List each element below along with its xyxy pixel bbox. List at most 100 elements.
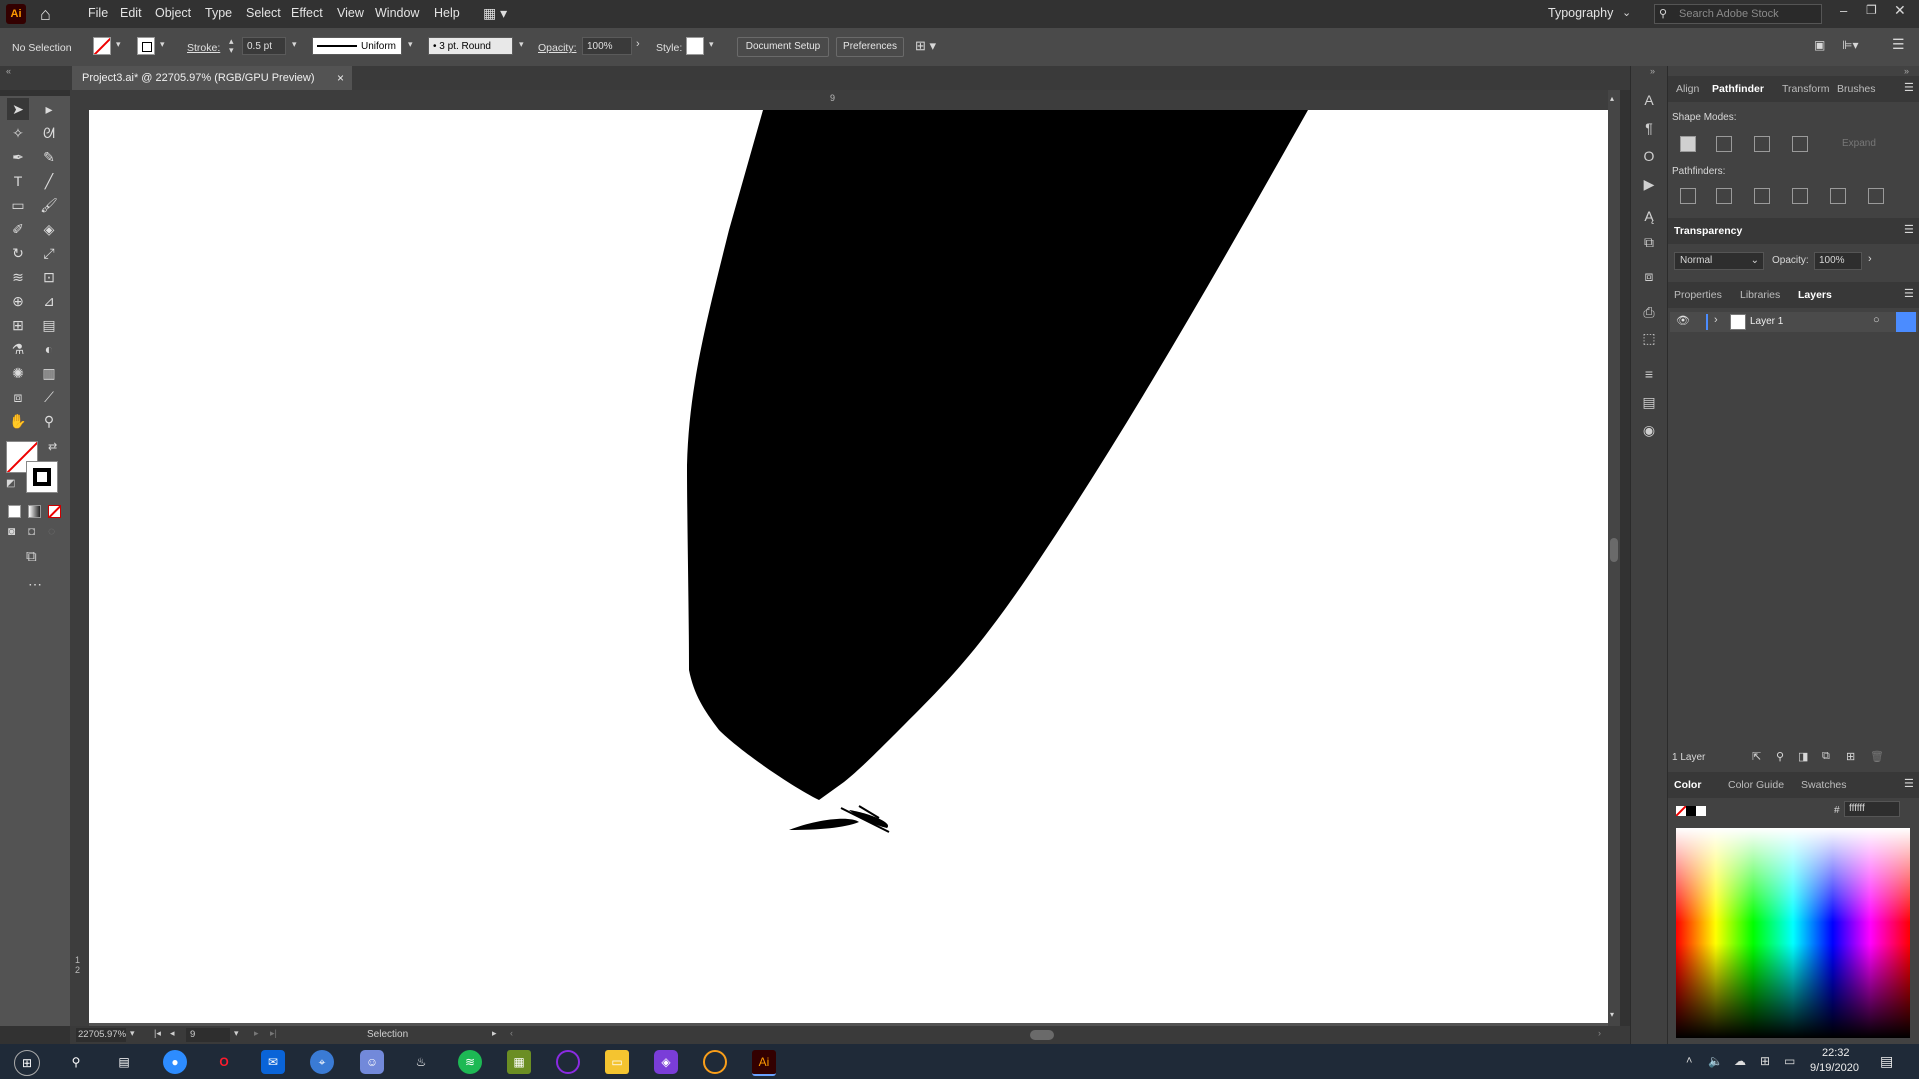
chevron-down-icon[interactable]: ▾ — [160, 39, 165, 50]
crop-button[interactable] — [1792, 188, 1808, 204]
first-artboard-icon[interactable]: |◂ — [154, 1028, 161, 1039]
opacity-label[interactable]: Opacity: — [538, 42, 577, 54]
perspective-grid-tool-icon[interactable]: ⊿ — [38, 290, 60, 312]
slice-tool-icon[interactable]: ⟋ — [38, 386, 60, 408]
shaper-tool-icon[interactable]: ✐ — [7, 218, 29, 240]
type-tool-icon[interactable]: T — [7, 170, 29, 192]
chevron-up-icon[interactable]: ▴ — [1610, 94, 1614, 103]
tab-transform[interactable]: Transform — [1782, 83, 1829, 95]
appearance-panel-icon[interactable]: ◉ — [1639, 420, 1659, 440]
stroke-swatch[interactable] — [137, 37, 155, 55]
stroke-weight-input[interactable]: 0.5 pt — [242, 37, 286, 55]
zoom-tool-icon[interactable]: ⚲ — [38, 410, 60, 432]
minimize-button[interactable]: – — [1840, 3, 1847, 18]
divide-button[interactable] — [1680, 188, 1696, 204]
trim-button[interactable] — [1716, 188, 1732, 204]
new-sublayer-icon[interactable]: ⧉ — [1822, 750, 1830, 763]
panel-menu-icon[interactable]: ☰ — [1904, 81, 1914, 94]
vertical-scrollbar[interactable]: ▴ ▾ — [1608, 90, 1620, 1026]
app-icon[interactable]: ◈ — [654, 1050, 678, 1074]
image-trace-icon[interactable]: ⬚ — [1639, 328, 1659, 348]
panel-menu-icon[interactable]: ☰ — [1904, 287, 1914, 300]
screen-mode-icon[interactable]: ⧉ — [26, 548, 37, 565]
layer-name[interactable]: Layer 1 — [1750, 316, 1783, 327]
tab-libraries[interactable]: Libraries — [1740, 289, 1780, 301]
draw-normal-icon[interactable]: ◙ — [8, 524, 15, 538]
document-setup-button[interactable]: Document Setup — [737, 37, 829, 57]
paintbrush-tool-icon[interactable]: 🖌 — [38, 194, 60, 216]
horizontal-scroll-thumb[interactable] — [1030, 1030, 1054, 1040]
arrange-icon[interactable]: ▣ — [1814, 38, 1825, 52]
artboard[interactable] — [89, 110, 1608, 1023]
default-colors-icon[interactable]: ◩ — [6, 478, 15, 489]
opentype-panel-icon[interactable]: O — [1639, 146, 1659, 166]
steam-icon[interactable]: ♨ — [409, 1050, 433, 1074]
panel-menu-icon[interactable]: ☰ — [1904, 223, 1914, 236]
file-explorer-icon[interactable]: ▭ — [605, 1050, 629, 1074]
eye-visibility-icon[interactable]: 👁 — [1676, 314, 1690, 327]
gradient-panel-icon[interactable]: ▤ — [1639, 392, 1659, 412]
tab-swatches[interactable]: Swatches — [1801, 779, 1847, 791]
align-icon[interactable]: ⊫▾ — [1842, 38, 1858, 52]
black-swatch[interactable] — [1686, 806, 1696, 816]
delete-layer-icon[interactable]: 🗑 — [1870, 750, 1884, 763]
rectangle-tool-icon[interactable]: ▭ — [7, 194, 29, 216]
chevron-down-icon[interactable]: ▾ — [130, 1028, 135, 1039]
symbol-sprayer-tool-icon[interactable]: ✺ — [7, 362, 29, 384]
menu-window[interactable]: Window — [375, 6, 419, 20]
unite-button[interactable] — [1680, 136, 1696, 152]
new-layer-icon[interactable]: ⊞ — [1846, 750, 1855, 763]
expand-button[interactable]: Expand — [1842, 138, 1876, 149]
blend-mode-select[interactable]: Normal ⌄ — [1674, 252, 1764, 270]
width-tool-icon[interactable]: ≋ — [7, 266, 29, 288]
swap-colors-icon[interactable]: ⇄ — [48, 440, 57, 453]
lasso-tool-icon[interactable]: ᘛ — [38, 122, 60, 144]
collapse-panels-icon[interactable]: » — [1904, 66, 1909, 76]
selection-tool-icon[interactable]: ➤ — [7, 98, 29, 120]
workspace-switcher[interactable]: Typography — [1548, 6, 1613, 20]
outline-button[interactable] — [1830, 188, 1846, 204]
tor-icon[interactable] — [556, 1050, 580, 1074]
character-panel-icon[interactable]: A — [1639, 90, 1659, 110]
actions-panel-icon[interactable]: ▶ — [1639, 174, 1659, 194]
chevron-down-icon[interactable]: ▾ — [234, 1028, 239, 1039]
line-tool-icon[interactable]: ╱ — [38, 170, 60, 192]
menu-edit[interactable]: Edit — [120, 6, 142, 20]
artboard-tool-icon[interactable]: ⧈ — [7, 386, 29, 408]
glyphs-panel-icon[interactable]: Ą — [1639, 206, 1659, 226]
previous-artboard-icon[interactable]: ◂ — [170, 1028, 175, 1039]
spotify-icon[interactable]: ≋ — [458, 1050, 482, 1074]
pen-tool-icon[interactable]: ✒ — [7, 146, 29, 168]
tab-brushes[interactable]: Brushes — [1837, 83, 1876, 95]
stroke-panel-icon[interactable]: ≡ — [1639, 364, 1659, 384]
stepper-icon[interactable]: ▴ ▾ — [229, 37, 234, 55]
overwatch-icon[interactable] — [703, 1050, 727, 1074]
none-swatch[interactable] — [1676, 806, 1686, 816]
mail-icon[interactable]: ✉ — [261, 1050, 285, 1074]
arrange-documents-icon[interactable]: ▦ ▾ — [483, 5, 507, 22]
scale-tool-icon[interactable]: ⤢ — [38, 242, 60, 264]
stroke-label[interactable]: Stroke: — [187, 42, 220, 54]
color-mode-icon[interactable] — [8, 505, 21, 518]
rotate-tool-icon[interactable]: ↻ — [7, 242, 29, 264]
volume-icon[interactable]: 🔈 — [1708, 1054, 1723, 1068]
edit-toolbar-icon[interactable]: ⋯ — [28, 576, 42, 593]
chevron-right-icon[interactable]: ▸ — [492, 1028, 497, 1039]
menu-select[interactable]: Select — [246, 6, 281, 20]
draw-inside-icon[interactable]: ◌ — [48, 524, 55, 538]
brush-definition[interactable]: • 3 pt. Round — [428, 37, 513, 55]
windows-start-icon[interactable]: ⊞ — [14, 1050, 40, 1076]
exclude-button[interactable] — [1792, 136, 1808, 152]
scroll-thumb[interactable] — [1610, 538, 1618, 562]
chevron-right-icon[interactable]: › — [636, 38, 640, 50]
curvature-tool-icon[interactable]: ✎ — [38, 146, 60, 168]
links-panel-icon[interactable]: ⧉ — [1639, 232, 1659, 252]
panel-menu-icon[interactable]: ☰ — [1904, 777, 1914, 790]
clipping-mask-icon[interactable]: ◨ — [1798, 750, 1808, 763]
opacity-input[interactable]: 100% — [582, 37, 632, 55]
locate-object-icon[interactable]: ⚲ — [1776, 750, 1784, 763]
scroll-left-icon[interactable]: ‹ — [510, 1028, 513, 1038]
last-artboard-icon[interactable]: ▸| — [270, 1028, 277, 1039]
safari-icon[interactable]: ⌖ — [310, 1050, 334, 1074]
fill-swatch[interactable] — [93, 37, 111, 55]
